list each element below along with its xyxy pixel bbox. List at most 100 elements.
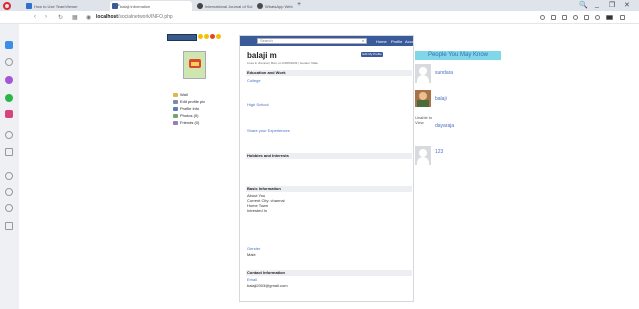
profile-picture[interactable] [183,51,206,79]
minimize-icon[interactable]: _ [595,1,599,8]
camera-icon [173,100,178,104]
vpn-icon[interactable] [573,15,578,20]
profile-main-panel: Search x Home Profile Account balaji m E… [239,35,419,302]
friend-name[interactable]: dayaraja [435,123,454,129]
friend-name[interactable]: sundara [435,70,453,76]
restore-icon[interactable]: ❐ [609,1,615,9]
tab-label: WhatsApp Web [265,4,293,9]
smiley-icon [204,34,209,39]
menu-icon[interactable] [620,15,625,20]
info-icon [173,107,178,111]
friend-name[interactable]: balaji [435,96,447,102]
heart-icon [210,34,215,39]
bookmarks-icon[interactable] [5,58,13,66]
url-host: localhost [96,14,118,20]
friend-name[interactable]: 123 [435,149,443,155]
battery-icon[interactable] [606,15,613,20]
site-top-bar: Search x Home Profile Account [240,36,419,46]
friend-suggestion[interactable]: 123 [415,146,501,170]
wallet-icon[interactable] [562,15,567,20]
link-label: Friends (0) [180,120,200,125]
tab-whatsapp[interactable]: WhatsApp Web [255,1,295,11]
friend-suggestion[interactable]: balaji [415,90,501,114]
wall-link[interactable]: Wall [173,92,205,99]
tab-label: How to Use TeamViewer [34,4,78,9]
profile-links: Wall Edit profile pic Profile Info Photo… [173,92,205,127]
wall-icon [173,93,178,97]
send-icon[interactable] [584,15,589,20]
search-input[interactable]: Search x [257,38,367,44]
heart-icon[interactable] [595,15,600,20]
url-path: /socialnetwork/INFO.php [117,14,173,20]
profile-name: balaji m [247,51,277,60]
link-label: Photos (0) [180,113,199,118]
friend-suggestion[interactable]: sundara [415,64,501,88]
close-window-icon[interactable]: ✕ [624,1,630,9]
tab-label: International Journal of Sci [205,4,253,9]
profile-info-link[interactable]: Profile Info [173,106,205,113]
speed-dial-icon[interactable] [5,41,13,49]
reload-icon[interactable]: ↻ [58,14,63,21]
avatar [415,64,431,83]
edit-profile-pic-link[interactable]: Edit profile pic [173,99,205,106]
hobbies-section-title: Hobbies and Interests [246,153,412,159]
nav-account-link[interactable]: Account [405,39,419,44]
gender-value: Male [247,252,256,257]
friends-icon [173,121,178,125]
college-link[interactable]: College [247,78,261,83]
snapshot-icon[interactable] [551,15,556,20]
clock-icon[interactable] [5,188,13,196]
tab-favicon-icon [26,3,32,9]
link-label: Profile Info [180,106,200,111]
high-school-link[interactable]: High School [247,102,269,107]
settings-icon[interactable] [5,204,13,212]
back-icon[interactable]: ‹ [34,14,36,20]
profile-picture-shape [191,62,199,66]
smiley-icon [216,34,221,39]
contact-section-title: Contact Information [246,270,412,276]
extensions-icon[interactable] [5,222,13,230]
tab-balaji-information[interactable]: balaji information × [110,1,192,11]
instagram-icon[interactable] [5,110,13,118]
link-label: Wall [180,92,188,97]
basic-info-section-title: Basic Information [246,186,412,192]
tab-teamviewer[interactable]: How to Use TeamViewer [24,1,84,11]
forward-icon[interactable]: › [45,14,47,20]
education-section-title: Education and Work [246,70,412,76]
search-placeholder: Search [260,38,273,43]
gender-label: Gender [247,246,261,251]
whatsapp-icon[interactable] [5,94,13,102]
tab-favicon-icon [257,3,263,9]
player-icon[interactable] [5,148,13,156]
avatar [415,90,431,107]
tab-international-journal[interactable]: International Journal of Sci [195,1,253,11]
pinboard-icon[interactable] [5,172,13,180]
interested-in-text: Intrested In [247,208,268,213]
photos-link[interactable]: Photos (0) [173,113,205,120]
opera-logo-icon[interactable] [3,2,11,10]
nav-profile-link[interactable]: Profile [391,39,402,44]
browser-tab-bar: How to Use TeamViewer balaji information… [0,0,639,11]
history-icon[interactable] [5,131,13,139]
clear-search-icon[interactable]: x [362,39,364,43]
new-tab-icon[interactable]: + [297,1,301,8]
browser-sidebar [0,24,19,309]
site-info-icon[interactable]: ◉ [86,14,91,21]
tabs-grid-icon[interactable]: ▦ [72,14,78,21]
url-field[interactable]: localhost/socialnetwork/INFO.php [96,14,173,20]
friends-link[interactable]: Friends (0) [173,120,205,127]
page-search-icon[interactable] [540,15,545,20]
smiley-icon [198,34,203,39]
friend-suggestion[interactable]: Unable to View dayaraja [415,115,501,139]
link-label: Edit profile pic [180,99,206,104]
close-tab-icon[interactable]: × [117,3,189,9]
messenger-icon[interactable] [5,76,13,84]
nav-home-link[interactable]: Home [376,39,387,44]
profile-meta: Lives in chennai | Born on 04/05/2003 | … [247,61,318,65]
broken-image-alt: Unable to View [415,115,433,125]
search-tabs-icon[interactable]: 🔍 [579,1,588,9]
edit-profile-button[interactable]: Edit My Profile [361,52,383,57]
photos-icon [173,114,178,118]
share-experiences-link[interactable]: Share your Experiences [247,128,290,133]
email-value: balaji2003@gmail.com [247,283,288,288]
